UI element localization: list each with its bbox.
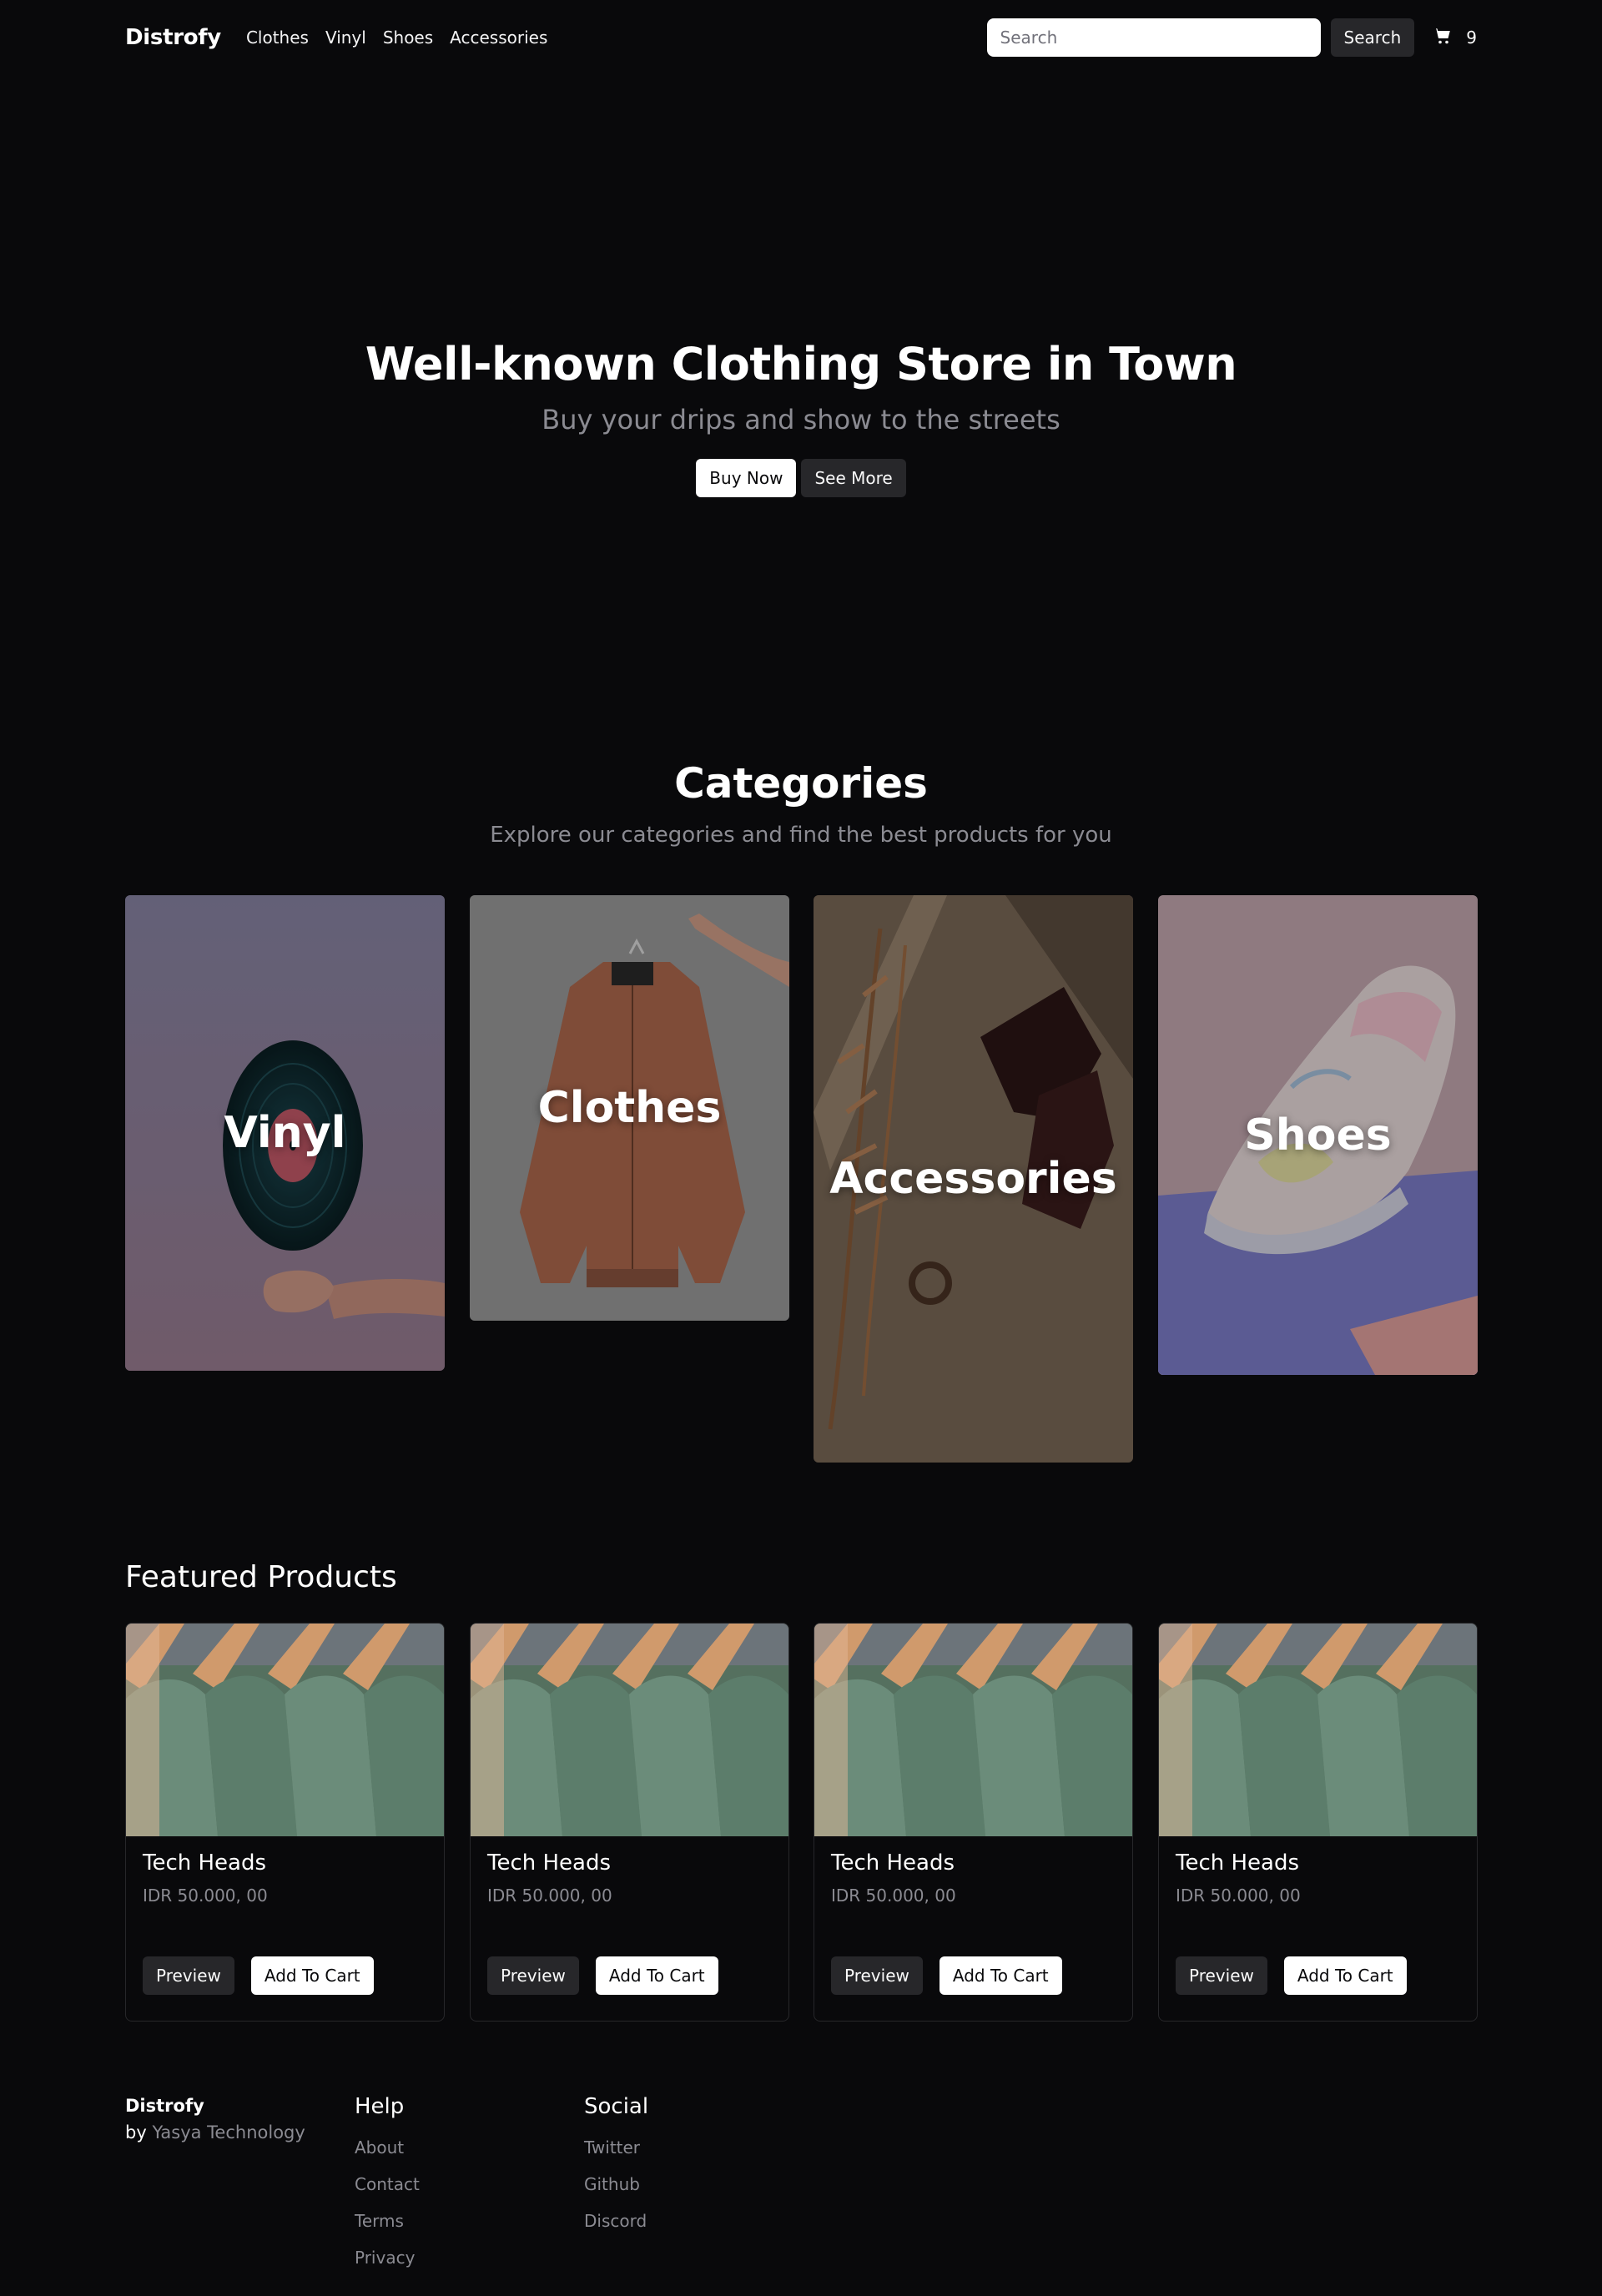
nav-link-clothes[interactable]: Clothes <box>246 28 309 48</box>
footer-link-terms[interactable]: Terms <box>355 2211 420 2231</box>
product-actions: Preview Add To Cart <box>1176 1956 1407 1995</box>
product-name: Tech Heads <box>831 1850 955 1876</box>
footer-link-twitter[interactable]: Twitter <box>584 2137 648 2158</box>
search-button[interactable]: Search <box>1330 18 1415 57</box>
footer-maker-link[interactable]: Yasya Technology <box>152 2122 305 2142</box>
footer-brand: Distrofy by Yasya Technology <box>125 2096 305 2142</box>
product-image <box>1159 1624 1477 1836</box>
category-card-vinyl[interactable]: Vinyl <box>125 895 445 1371</box>
category-label-vinyl: Vinyl <box>224 1108 346 1158</box>
footer-help-column: Help About Contact Terms Privacy <box>355 2094 420 2284</box>
cart-icon <box>1433 26 1453 49</box>
footer-social-title: Social <box>584 2094 649 2119</box>
category-card-accessories[interactable]: Accessories <box>814 895 1133 1463</box>
categories-title: Categories <box>674 759 928 808</box>
product-actions: Preview Add To Cart <box>487 1956 718 1995</box>
product-card: Tech Heads IDR 50.000, 00 Preview Add To… <box>814 1623 1133 2022</box>
product-actions: Preview Add To Cart <box>143 1956 374 1995</box>
product-name: Tech Heads <box>487 1850 612 1876</box>
footer-social-column: Social Twitter Github Discord <box>584 2094 648 2248</box>
product-price: IDR 50.000, 00 <box>831 1886 956 1906</box>
product-price: IDR 50.000, 00 <box>1176 1886 1301 1906</box>
product-image <box>814 1624 1132 1836</box>
product-actions: Preview Add To Cart <box>831 1956 1062 1995</box>
add-to-cart-button[interactable]: Add To Cart <box>1283 1956 1407 1995</box>
product-card: Tech Heads IDR 50.000, 00 Preview Add To… <box>470 1623 789 2022</box>
cart-count: 9 <box>1466 28 1477 48</box>
product-name: Tech Heads <box>143 1850 267 1876</box>
categories-header: Categories Explore our categories and fi… <box>0 759 1602 848</box>
footer-link-about[interactable]: About <box>355 2137 420 2158</box>
search-input[interactable] <box>986 18 1321 57</box>
product-card: Tech Heads IDR 50.000, 00 Preview Add To… <box>125 1623 445 2022</box>
footer-link-github[interactable]: Github <box>584 2174 648 2194</box>
category-card-clothes[interactable]: Clothes <box>470 895 789 1321</box>
add-to-cart-button[interactable]: Add To Cart <box>250 1956 374 1995</box>
category-label-accessories: Accessories <box>829 1154 1117 1204</box>
product-name: Tech Heads <box>1176 1850 1300 1876</box>
page: Distrofy Clothes Vinyl Shoes Accessories… <box>0 0 1602 2296</box>
footer-link-privacy[interactable]: Privacy <box>355 2248 420 2268</box>
footer-link-discord[interactable]: Discord <box>584 2211 648 2231</box>
footer-brand-name: Distrofy <box>125 2096 204 2116</box>
add-to-cart-button[interactable]: Add To Cart <box>939 1956 1062 1995</box>
hero-actions: Buy Now See More <box>0 459 1602 497</box>
product-image <box>471 1624 788 1836</box>
footer-byline: by Yasya Technology <box>125 2122 305 2142</box>
footer-link-contact[interactable]: Contact <box>355 2174 420 2194</box>
category-label-shoes: Shoes <box>1244 1110 1392 1161</box>
product-price: IDR 50.000, 00 <box>487 1886 612 1906</box>
buy-now-button[interactable]: Buy Now <box>696 459 797 497</box>
nav-right: Search 9 <box>986 18 1477 57</box>
preview-button[interactable]: Preview <box>143 1956 234 1995</box>
footer-help-title: Help <box>355 2094 405 2119</box>
categories-subtitle: Explore our categories and find the best… <box>490 823 1112 848</box>
nav-link-accessories[interactable]: Accessories <box>450 28 547 48</box>
nav-link-shoes[interactable]: Shoes <box>383 28 433 48</box>
category-card-shoes[interactable]: Shoes <box>1158 895 1478 1375</box>
brand-logo[interactable]: Distrofy <box>125 25 221 50</box>
footer-by: by <box>125 2122 147 2142</box>
product-card: Tech Heads IDR 50.000, 00 Preview Add To… <box>1158 1623 1478 2022</box>
cart-button[interactable]: 9 <box>1433 26 1477 49</box>
add-to-cart-button[interactable]: Add To Cart <box>595 1956 718 1995</box>
hero-title: Well-known Clothing Store in Town <box>365 338 1237 390</box>
hero-section: Well-known Clothing Store in Town Buy yo… <box>0 338 1602 497</box>
category-label-clothes: Clothes <box>537 1083 722 1133</box>
preview-button[interactable]: Preview <box>831 1956 923 1995</box>
navbar: Distrofy Clothes Vinyl Shoes Accessories… <box>125 18 1477 57</box>
see-more-button[interactable]: See More <box>801 459 906 497</box>
preview-button[interactable]: Preview <box>1176 1956 1267 1995</box>
hero-subtitle: Buy your drips and show to the streets <box>542 404 1060 436</box>
featured-title: Featured Products <box>125 1560 397 1594</box>
product-price: IDR 50.000, 00 <box>143 1886 268 1906</box>
product-image <box>126 1624 444 1836</box>
preview-button[interactable]: Preview <box>487 1956 579 1995</box>
nav-link-vinyl[interactable]: Vinyl <box>325 28 366 48</box>
